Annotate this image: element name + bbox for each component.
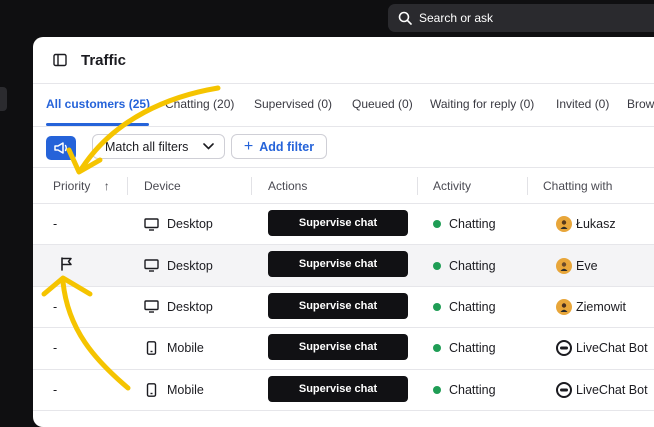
column-header-chatting-with[interactable]: Chatting with — [543, 179, 612, 193]
activity-label: Chatting — [449, 382, 496, 397]
tab-all-customers[interactable]: All customers (25) — [46, 97, 150, 111]
priority-cell — [60, 245, 73, 285]
mobile-icon — [144, 341, 159, 356]
tab-waiting-for-reply[interactable]: Waiting for reply (0) — [430, 97, 534, 111]
supervise-chat-button[interactable]: Supervise chat — [268, 210, 408, 236]
device-label: Desktop — [167, 258, 213, 273]
supervise-chat-button[interactable]: Supervise chat — [268, 251, 408, 278]
column-divider — [527, 177, 528, 195]
tab-chatting[interactable]: Chatting (20) — [165, 97, 234, 111]
column-header-priority[interactable]: Priority ↑ — [53, 179, 110, 193]
column-divider — [251, 177, 252, 195]
activity-cell: Chatting — [433, 287, 496, 327]
priority-cell: - — [53, 341, 58, 356]
device-cell: Desktop — [144, 245, 213, 285]
device-cell: Desktop — [144, 204, 213, 244]
device-label: Mobile — [167, 341, 204, 356]
search-bar[interactable]: Search or ask — [388, 4, 654, 32]
add-filter-button[interactable]: + Add filter — [231, 134, 327, 159]
device-cell: Mobile — [144, 328, 204, 368]
chatting-with-cell: LiveChat Bot — [556, 328, 648, 368]
bot-icon — [556, 340, 572, 357]
activity-label: Chatting — [449, 258, 496, 273]
column-divider — [417, 177, 418, 195]
table-row[interactable]: - Mobile Supervise chat Chatting LiveCha… — [33, 370, 654, 411]
sidebar-toggle-icon[interactable] — [53, 53, 67, 67]
sort-ascending-icon: ↑ — [103, 179, 110, 193]
table-row[interactable]: - Mobile Supervise chat Chatting LiveCha… — [33, 328, 654, 370]
priority-cell: - — [53, 217, 58, 232]
match-filters-select[interactable]: Match all filters — [92, 134, 225, 159]
table-row[interactable]: Desktop Supervise chat Chatting Eve — [33, 245, 654, 287]
status-dot — [433, 220, 441, 229]
agent-name: Ziemowit — [576, 299, 627, 314]
status-dot — [433, 385, 441, 394]
search-icon — [398, 11, 412, 25]
desktop-icon — [144, 300, 159, 314]
agent-name: Eve — [576, 258, 598, 273]
avatar — [556, 257, 572, 274]
activity-label: Chatting — [449, 217, 496, 232]
filter-bar: Match all filters + Add filter — [33, 127, 654, 167]
device-label: Desktop — [167, 299, 213, 314]
device-label: Mobile — [167, 382, 204, 397]
activity-label: Chatting — [449, 341, 496, 356]
active-tab-indicator — [46, 123, 149, 126]
status-dot — [433, 302, 441, 311]
table-row[interactable]: - Desktop Supervise chat Chatting Ziemow… — [33, 287, 654, 329]
activity-cell: Chatting — [433, 328, 496, 368]
avatar — [556, 298, 572, 315]
supervise-chat-button[interactable]: Supervise chat — [268, 375, 408, 402]
priority-header-label: Priority — [53, 179, 91, 193]
tab-bar: All customers (25) Chatting (20) Supervi… — [33, 84, 654, 127]
device-label: Desktop — [167, 217, 213, 232]
desktop-icon — [144, 259, 159, 272]
device-cell: Mobile — [144, 370, 204, 410]
desktop-icon — [144, 217, 159, 231]
priority-cell: - — [53, 299, 58, 314]
tab-browsing[interactable]: Brow — [627, 97, 654, 111]
plus-icon: + — [243, 137, 254, 155]
chatting-with-cell: Łukasz — [556, 204, 616, 244]
activity-cell: Chatting — [433, 245, 496, 285]
search-label: Search or ask — [419, 11, 494, 25]
column-header-activity[interactable]: Activity — [433, 179, 471, 193]
activity-label: Chatting — [449, 299, 496, 314]
mobile-icon — [144, 382, 159, 397]
supervise-chat-button[interactable]: Supervise chat — [268, 292, 408, 319]
megaphone-button[interactable] — [46, 136, 76, 160]
agent-name: Łukasz — [576, 217, 616, 232]
chatting-with-cell: Eve — [556, 245, 598, 285]
table-row[interactable]: - Desktop Supervise chat Chatting Łukasz — [33, 204, 654, 246]
supervise-chat-button[interactable]: Supervise chat — [268, 334, 408, 361]
traffic-panel: Traffic All customers (25) Chatting (20)… — [33, 37, 654, 427]
chatting-with-cell: LiveChat Bot — [556, 370, 648, 410]
device-cell: Desktop — [144, 287, 213, 327]
avatar — [556, 216, 572, 233]
status-dot — [433, 261, 441, 270]
panel-header: Traffic — [33, 37, 654, 84]
add-filter-label: Add filter — [259, 139, 315, 154]
match-filters-label: Match all filters — [105, 139, 189, 154]
tab-queued[interactable]: Queued (0) — [352, 97, 413, 111]
priority-cell: - — [53, 382, 58, 397]
table-header: Priority ↑ Device Actions Activity Chatt… — [33, 167, 654, 204]
tab-supervised[interactable]: Supervised (0) — [254, 97, 332, 111]
bot-icon — [556, 381, 572, 398]
chatting-with-cell: Ziemowit — [556, 287, 626, 327]
chevron-down-icon — [203, 143, 214, 150]
column-divider — [127, 177, 128, 195]
sidebar-handle[interactable] — [0, 87, 7, 111]
activity-cell: Chatting — [433, 204, 496, 244]
column-header-device[interactable]: Device — [144, 179, 181, 193]
megaphone-icon — [54, 142, 67, 154]
status-dot — [433, 344, 441, 353]
tab-invited[interactable]: Invited (0) — [556, 97, 609, 111]
flag-icon — [60, 257, 73, 274]
agent-name: LiveChat Bot — [576, 341, 648, 356]
column-header-actions[interactable]: Actions — [268, 179, 307, 193]
page-title: Traffic — [81, 51, 127, 69]
activity-cell: Chatting — [433, 370, 496, 410]
agent-name: LiveChat Bot — [576, 382, 648, 397]
